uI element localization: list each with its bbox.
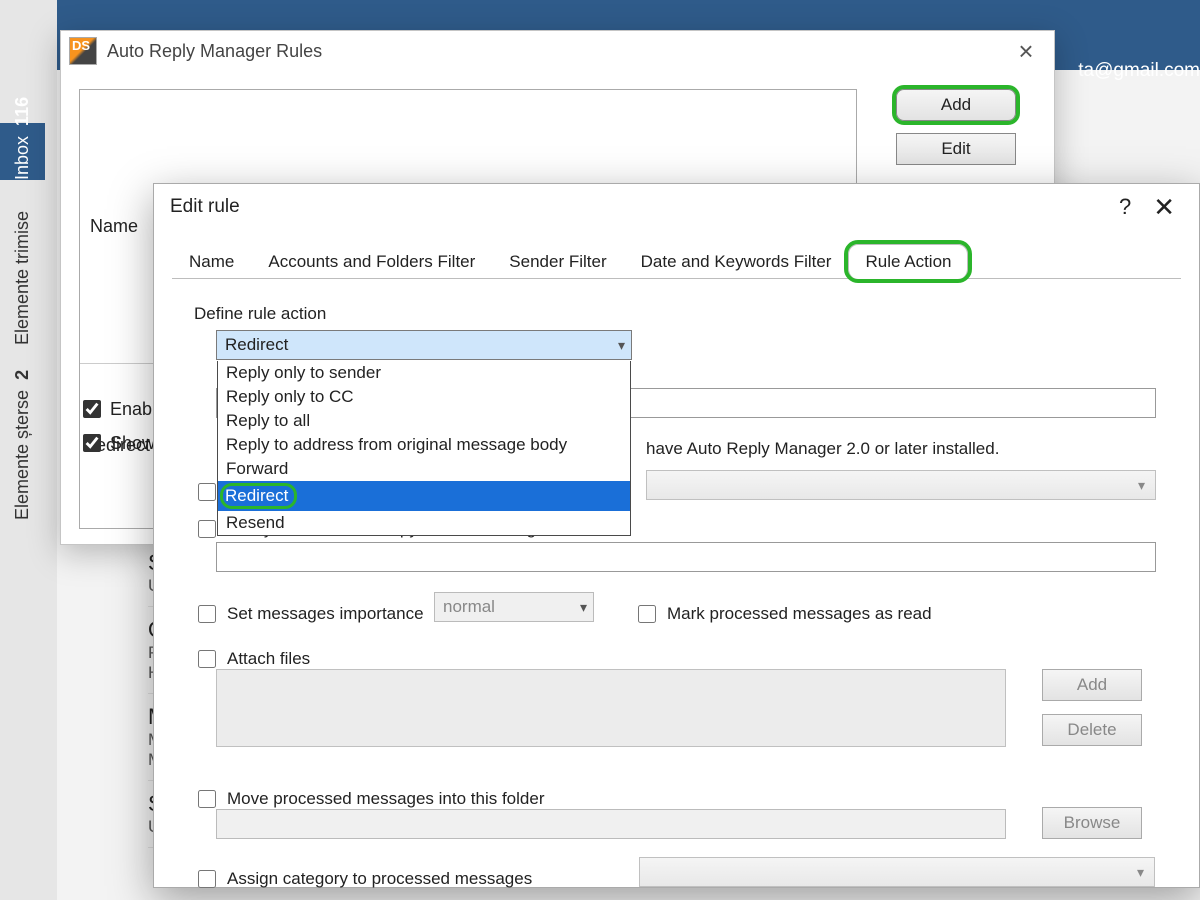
app-logo-icon: DS (69, 37, 97, 65)
chevron-down-icon: ▾ (580, 599, 587, 616)
mark-read-checkbox[interactable] (638, 605, 656, 623)
folder-deleted[interactable]: Elemente șterse 2 (0, 463, 45, 520)
tab-date-keywords[interactable]: Date and Keywords Filter (624, 244, 849, 279)
folder-sent[interactable]: Elemente trimise (0, 288, 45, 345)
attach-checkbox[interactable] (198, 650, 216, 668)
rule-action-dropdown: Reply only to sender Reply only to CC Re… (217, 361, 631, 536)
folder-inbox-label: Inbox (12, 136, 32, 180)
close-icon[interactable]: × (1006, 31, 1046, 71)
action-option[interactable]: Forward (218, 457, 630, 481)
category-label: Assign category to processed messages (227, 869, 532, 889)
chevron-down-icon: ▾ (1138, 477, 1145, 494)
chevron-down-icon: ▾ (618, 337, 625, 354)
attach-add-button[interactable]: Add (1042, 669, 1142, 701)
chevron-down-icon: ▾ (1137, 864, 1144, 881)
account-email-fragment: ta@gmail.com (1078, 60, 1200, 82)
action-option[interactable]: Reply only to sender (218, 361, 630, 385)
category-select[interactable]: ▾ (639, 857, 1155, 887)
attach-label: Attach files (227, 649, 310, 669)
move-checkbox[interactable] (198, 790, 216, 808)
add-button[interactable]: Add (896, 89, 1016, 121)
define-action-label: Define rule action (194, 304, 1169, 324)
rule-action-combo[interactable]: Redirect ▾ Reply only to sender Reply on… (216, 330, 632, 360)
rules-title: Auto Reply Manager Rules (107, 41, 322, 62)
edit-titlebar: Edit rule ? ✕ (154, 184, 1199, 230)
action-option[interactable]: Reply to all (218, 409, 630, 433)
tab-accounts-folders[interactable]: Accounts and Folders Filter (251, 244, 492, 279)
first-option-checkbox[interactable] (198, 483, 216, 501)
importance-label: Set messages importance (227, 604, 424, 624)
folder-sidebar: Inbox 116 Elemente trimise Elemente șter… (0, 0, 57, 900)
tab-strip: Name Accounts and Folders Filter Sender … (172, 244, 1181, 279)
close-icon[interactable]: ✕ (1145, 192, 1183, 223)
edit-title: Edit rule (170, 196, 240, 218)
bcc-checkbox[interactable] (198, 520, 216, 538)
tab-name[interactable]: Name (172, 244, 251, 279)
help-icon[interactable]: ? (1105, 194, 1145, 220)
tab-rule-action[interactable]: Rule Action (848, 244, 968, 279)
action-option[interactable]: Resend (218, 511, 630, 535)
action-option[interactable]: Reply only to CC (218, 385, 630, 409)
show-checkbox[interactable] (83, 434, 101, 452)
browse-button[interactable]: Browse (1042, 807, 1142, 839)
edit-button[interactable]: Edit (896, 133, 1016, 165)
folder-deleted-count: 2 (12, 370, 32, 380)
version-hint: have Auto Reply Manager 2.0 or later ins… (646, 439, 999, 459)
action-option[interactable]: Reply to address from original message b… (218, 433, 630, 457)
attach-delete-button[interactable]: Delete (1042, 714, 1142, 746)
folder-sent-label: Elemente trimise (12, 211, 32, 345)
rules-titlebar: DS Auto Reply Manager Rules × (61, 31, 1054, 71)
mark-read-label: Mark processed messages as read (667, 604, 932, 624)
category-checkbox[interactable] (198, 870, 216, 888)
rule-action-panel: Define rule action Redirect ▾ Reply only… (194, 304, 1169, 867)
tab-sender-filter[interactable]: Sender Filter (492, 244, 623, 279)
enable-checkbox[interactable] (83, 400, 101, 418)
selected-ring-highlight: Redirect (220, 483, 297, 509)
combo-value: Redirect (225, 335, 288, 355)
bcc-input[interactable] (216, 542, 1156, 572)
edit-rule-dialog: Edit rule ? ✕ Name Accounts and Folders … (153, 183, 1200, 888)
folder-inbox-count: 116 (12, 97, 32, 126)
importance-value: normal (443, 597, 495, 617)
dependent-select[interactable]: ▾ (646, 470, 1156, 500)
move-folder-input[interactable] (216, 809, 1006, 839)
importance-combo[interactable]: normal ▾ (434, 592, 594, 622)
folder-inbox[interactable]: Inbox 116 (0, 123, 45, 180)
importance-checkbox[interactable] (198, 605, 216, 623)
move-label: Move processed messages into this folder (227, 789, 545, 809)
folder-deleted-label: Elemente șterse (12, 390, 32, 520)
attach-list[interactable] (216, 669, 1006, 747)
action-option-selected[interactable]: Redirect (218, 481, 630, 511)
